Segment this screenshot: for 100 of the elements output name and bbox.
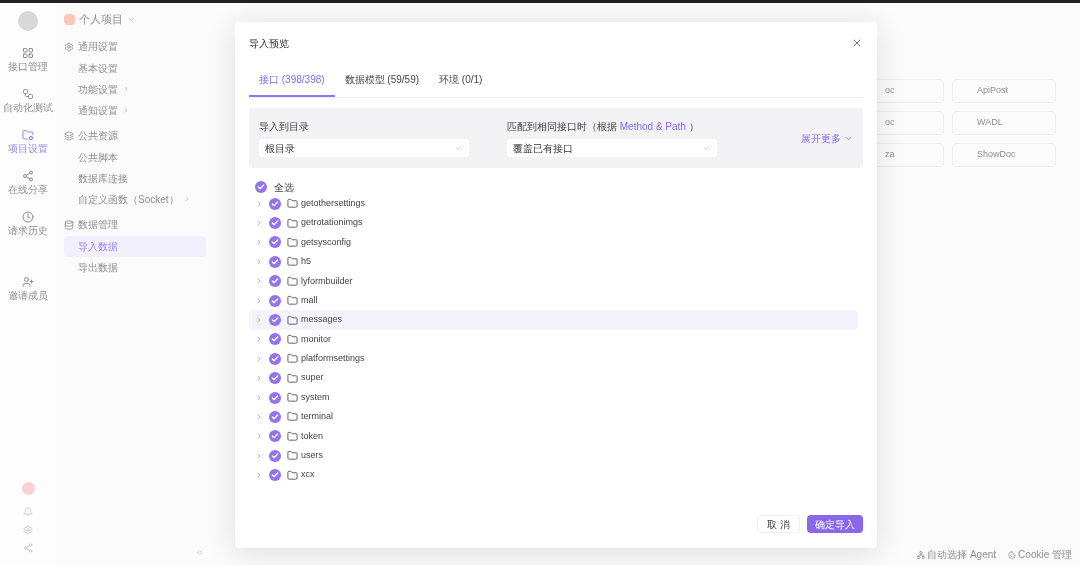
nav-rail-item[interactable]: 请求历史 xyxy=(8,211,48,238)
folder-icon xyxy=(287,372,298,384)
import-source-card[interactable]: WADL xyxy=(952,111,1056,135)
share-icon xyxy=(22,170,34,182)
folder-name: token xyxy=(301,429,324,443)
conflict-select[interactable]: 覆盖已有接口 xyxy=(507,139,717,157)
checkbox[interactable] xyxy=(255,181,267,193)
expand-icon[interactable] xyxy=(255,199,263,208)
tree-row[interactable]: terminal xyxy=(249,407,858,427)
expand-icon[interactable] xyxy=(255,277,263,286)
directory-select[interactable]: 根目录 xyxy=(259,139,469,157)
add-user-icon xyxy=(22,276,34,288)
workflow-icon xyxy=(22,88,34,100)
import-source-card[interactable]: ApiPost xyxy=(952,79,1056,103)
folder-name: system xyxy=(301,390,330,404)
checkbox[interactable] xyxy=(269,469,281,482)
tab[interactable]: 数据模型 (59/59) xyxy=(334,64,430,97)
checkbox[interactable] xyxy=(269,275,281,288)
tree-row[interactable]: system xyxy=(249,387,858,408)
checkbox[interactable] xyxy=(269,236,281,249)
sidebar-item[interactable]: 导出数据 xyxy=(64,256,206,278)
tree-row[interactable]: getothersettings xyxy=(249,194,858,214)
expand-icon[interactable] xyxy=(255,238,263,247)
sidebar-item[interactable]: 公共脚本 xyxy=(64,146,206,168)
folder-name: terminal xyxy=(301,410,333,424)
import-source-card[interactable]: ShowDoc xyxy=(952,143,1056,167)
bell-icon[interactable] xyxy=(23,507,33,517)
agent-selector[interactable]: 自动选择 Agent xyxy=(917,547,997,562)
expand-icon[interactable] xyxy=(255,335,263,344)
tree-row[interactable]: getrotationimgs xyxy=(249,213,858,233)
cookie-manager[interactable]: Cookie 管理 xyxy=(1008,547,1072,562)
tree-row[interactable]: super xyxy=(249,368,858,388)
settings-icon[interactable] xyxy=(23,525,33,535)
checkbox[interactable] xyxy=(269,217,281,230)
expand-more-link[interactable]: 展开更多 xyxy=(801,130,853,146)
project-icon xyxy=(64,13,75,25)
folder-icon xyxy=(287,256,298,268)
folder-icon xyxy=(287,275,298,287)
nav-rail-item[interactable]: 自动化测试 xyxy=(3,88,53,115)
folder-icon xyxy=(287,314,298,326)
expand-icon[interactable] xyxy=(255,257,263,266)
sidebar-item[interactable]: 基本设置 xyxy=(64,57,206,79)
folder-name: lyformbuilder xyxy=(301,274,353,288)
sidebar-group-title: 数据管理 xyxy=(78,218,118,232)
tree-row[interactable]: platformsettings xyxy=(249,349,858,369)
sidebar-item[interactable]: 通知设置 xyxy=(64,99,206,121)
expand-icon[interactable] xyxy=(255,413,263,421)
checkbox[interactable] xyxy=(269,372,281,385)
expand-icon[interactable] xyxy=(255,471,263,480)
expand-icon[interactable] xyxy=(255,374,263,383)
expand-icon[interactable] xyxy=(255,432,263,441)
collapse-icon[interactable] xyxy=(195,548,204,557)
sidebar-item[interactable]: 数据库连接 xyxy=(64,167,206,189)
project-name[interactable]: 个人项目 xyxy=(79,11,123,28)
checkbox[interactable] xyxy=(269,197,281,210)
sidebar-item[interactable]: 导入数据 xyxy=(64,235,206,257)
folder-icon xyxy=(287,333,298,345)
checkbox[interactable] xyxy=(269,391,281,404)
tree-row[interactable]: lyformbuilder xyxy=(249,271,858,291)
confirm-import-button[interactable]: 确定导入 xyxy=(807,515,863,533)
checkbox[interactable] xyxy=(269,255,281,268)
expand-icon[interactable] xyxy=(255,451,263,460)
tree-row[interactable]: getsysconfig xyxy=(249,232,858,253)
tree-row[interactable]: token xyxy=(249,426,858,447)
cancel-button[interactable]: 取 消 xyxy=(757,515,800,533)
sidebar-item[interactable]: 自定义函数（Socket） xyxy=(64,188,206,210)
checkbox[interactable] xyxy=(269,314,281,327)
tree-row[interactable]: h5 xyxy=(249,252,858,272)
expand-icon[interactable] xyxy=(255,354,263,363)
checkbox[interactable] xyxy=(269,333,281,346)
checkbox[interactable] xyxy=(269,430,281,443)
share-icon[interactable] xyxy=(23,543,33,553)
sidebar-group-title: 通用设置 xyxy=(78,40,118,54)
tree-row[interactable]: monitor xyxy=(249,329,858,350)
expand-icon[interactable] xyxy=(255,393,263,402)
tree-row[interactable]: users xyxy=(249,446,858,466)
tree-row[interactable]: messages xyxy=(249,310,858,330)
sidebar-item[interactable]: 功能设置 xyxy=(64,78,206,100)
nav-rail-item[interactable]: 项目设置 xyxy=(8,129,48,156)
tree-row[interactable]: xcx xyxy=(249,465,858,485)
nav-rail-item[interactable]: 邀请成员 xyxy=(8,276,48,303)
tree-row[interactable]: mall xyxy=(249,290,858,311)
checkbox[interactable] xyxy=(269,294,281,307)
avatar-icon[interactable] xyxy=(21,482,35,495)
checkbox[interactable] xyxy=(269,411,281,423)
expand-icon[interactable] xyxy=(255,316,263,325)
expand-icon[interactable] xyxy=(255,296,263,305)
close-icon[interactable] xyxy=(851,37,863,49)
field-label: 匹配到相同接口时（根据 Method & Path ） xyxy=(507,120,700,134)
folder-name: super xyxy=(301,371,324,385)
folder-icon xyxy=(287,295,298,307)
checkbox[interactable] xyxy=(269,352,281,365)
checkbox[interactable] xyxy=(269,449,281,462)
method-path-link[interactable]: Method & Path xyxy=(619,121,686,132)
nav-rail-item[interactable]: 接口管理 xyxy=(8,47,48,74)
tab[interactable]: 环境 (0/1) xyxy=(429,64,493,97)
tab[interactable]: 接口 (398/398) xyxy=(249,64,335,97)
expand-icon[interactable] xyxy=(255,219,263,228)
network-icon xyxy=(917,550,926,559)
nav-rail-item[interactable]: 在线分享 xyxy=(8,170,48,197)
